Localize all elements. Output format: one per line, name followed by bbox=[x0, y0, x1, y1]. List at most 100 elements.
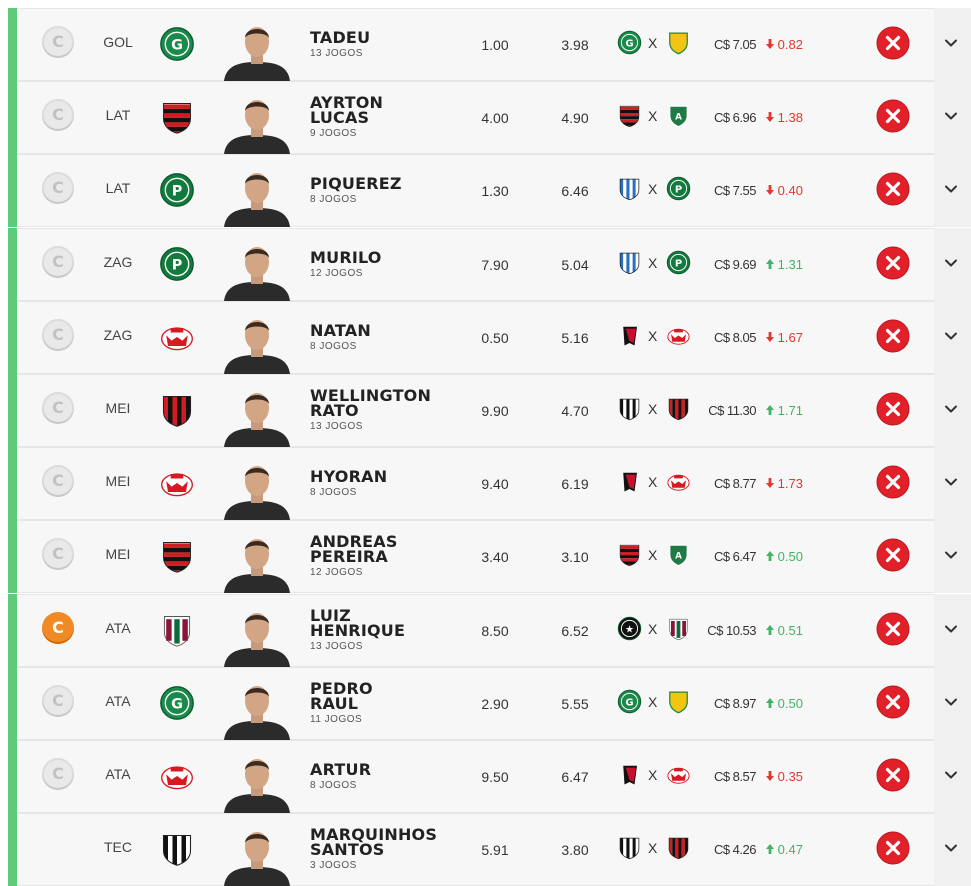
captain-button[interactable]: C bbox=[42, 612, 74, 644]
captain-button[interactable]: C bbox=[42, 99, 74, 131]
captain-label: C bbox=[52, 105, 64, 124]
captain-button[interactable]: C bbox=[42, 26, 74, 58]
games-count: 12 JOGOS bbox=[310, 268, 363, 279]
club-crest-icon bbox=[159, 612, 195, 648]
remove-player-button[interactable] bbox=[876, 172, 910, 206]
position-label: TEC bbox=[104, 839, 132, 855]
versus-label: X bbox=[648, 108, 658, 124]
price-variation: 1.73 bbox=[766, 476, 803, 491]
versus-label: X bbox=[648, 840, 658, 856]
status-bar bbox=[8, 228, 17, 301]
remove-player-button[interactable] bbox=[876, 319, 910, 353]
player-name: ARTUR bbox=[310, 760, 372, 779]
status-bar bbox=[8, 81, 17, 154]
captain-label: C bbox=[52, 471, 64, 490]
versus-label: X bbox=[648, 401, 658, 417]
expand-row-button[interactable] bbox=[934, 813, 971, 886]
club-crest-icon bbox=[159, 465, 195, 501]
player-row: C ATA ARTUR 8 JOGOS 9.50 6.47 X C$ 8.57 … bbox=[0, 740, 971, 813]
match-away-crest-icon bbox=[666, 30, 691, 55]
price-change-stat: 3.10 bbox=[561, 549, 589, 565]
captain-button[interactable]: C bbox=[42, 246, 74, 278]
player-name: TADEU bbox=[310, 30, 370, 46]
captain-button[interactable]: C bbox=[42, 538, 74, 570]
captain-button[interactable]: C bbox=[42, 465, 74, 497]
versus-label: X bbox=[648, 328, 658, 344]
price-variation: 0.40 bbox=[766, 183, 803, 198]
expand-row-button[interactable] bbox=[934, 8, 971, 81]
status-bar bbox=[8, 154, 17, 227]
versus-label: X bbox=[648, 181, 658, 197]
close-icon bbox=[876, 685, 910, 719]
captain-button[interactable]: C bbox=[42, 172, 74, 204]
chevron-down-icon bbox=[945, 771, 957, 779]
match-home-crest-icon bbox=[617, 762, 642, 787]
position-label: MEI bbox=[105, 546, 131, 562]
price-change-stat: 6.47 bbox=[561, 769, 589, 785]
position-label: ATA bbox=[105, 766, 131, 782]
match-away-crest-icon bbox=[666, 396, 691, 421]
expand-row-button[interactable] bbox=[934, 301, 971, 374]
remove-player-button[interactable] bbox=[876, 392, 910, 426]
player-name-line1: MURILO bbox=[310, 248, 382, 267]
price-variation: 1.38 bbox=[766, 110, 803, 125]
remove-player-button[interactable] bbox=[876, 612, 910, 646]
player-price: C$ 11.30 bbox=[708, 403, 756, 418]
variation-value: 0.50 bbox=[777, 549, 803, 564]
expand-row-button[interactable] bbox=[934, 81, 971, 154]
expand-row-button[interactable] bbox=[934, 667, 971, 740]
variation-value: 1.31 bbox=[777, 257, 803, 272]
player-name-line1: NATAN bbox=[310, 321, 371, 340]
remove-player-button[interactable] bbox=[876, 26, 910, 60]
expand-row-button[interactable] bbox=[934, 154, 971, 227]
close-icon bbox=[876, 538, 910, 572]
average-score: 3.40 bbox=[481, 549, 509, 565]
expand-row-button[interactable] bbox=[934, 594, 971, 667]
status-bar bbox=[8, 667, 17, 740]
position-label: ATA bbox=[105, 693, 131, 709]
player-price: C$ 9.69 bbox=[713, 257, 757, 272]
chevron-down-icon bbox=[945, 185, 957, 193]
average-score: 1.30 bbox=[481, 183, 509, 199]
captain-button[interactable]: C bbox=[42, 685, 74, 717]
match-away-crest-icon: A bbox=[666, 542, 691, 567]
svg-text:G: G bbox=[625, 697, 633, 708]
remove-player-button[interactable] bbox=[876, 758, 910, 792]
remove-player-button[interactable] bbox=[876, 99, 910, 133]
match-home-crest-icon bbox=[617, 103, 642, 128]
average-score: 2.90 bbox=[481, 696, 509, 712]
player-name-line2: RAUL bbox=[310, 694, 359, 713]
remove-player-button[interactable] bbox=[876, 465, 910, 499]
captain-button[interactable]: C bbox=[42, 758, 74, 790]
arrow-up-icon bbox=[766, 623, 774, 638]
close-icon bbox=[876, 465, 910, 499]
expand-row-button[interactable] bbox=[934, 228, 971, 301]
chevron-down-icon bbox=[945, 332, 957, 340]
captain-button[interactable]: C bbox=[42, 319, 74, 351]
remove-player-button[interactable] bbox=[876, 246, 910, 280]
match-home-crest-icon bbox=[617, 323, 642, 348]
close-icon bbox=[876, 758, 910, 792]
expand-row-button[interactable] bbox=[934, 447, 971, 520]
close-icon bbox=[876, 612, 910, 646]
player-photo bbox=[220, 455, 294, 520]
expand-row-button[interactable] bbox=[934, 520, 971, 593]
arrow-down-icon bbox=[766, 110, 774, 125]
remove-player-button[interactable] bbox=[876, 831, 910, 865]
captain-button[interactable]: C bbox=[42, 392, 74, 424]
chevron-down-icon bbox=[945, 698, 957, 706]
match-home-crest-icon: G bbox=[617, 30, 642, 55]
player-name-line1: ARTUR bbox=[310, 760, 372, 779]
arrow-down-icon bbox=[766, 183, 774, 198]
remove-player-button[interactable] bbox=[876, 538, 910, 572]
games-count: 9 JOGOS bbox=[310, 128, 357, 139]
versus-label: X bbox=[648, 621, 658, 637]
expand-row-button[interactable] bbox=[934, 740, 971, 813]
player-row: TEC MARQUINHOS SANTOS 3 JOGOS 5.91 3.80 … bbox=[0, 813, 971, 886]
status-bar bbox=[8, 520, 17, 593]
arrow-up-icon bbox=[766, 549, 774, 564]
expand-row-button[interactable] bbox=[934, 374, 971, 447]
versus-label: X bbox=[648, 255, 658, 271]
price-variation: 0.50 bbox=[766, 696, 803, 711]
remove-player-button[interactable] bbox=[876, 685, 910, 719]
